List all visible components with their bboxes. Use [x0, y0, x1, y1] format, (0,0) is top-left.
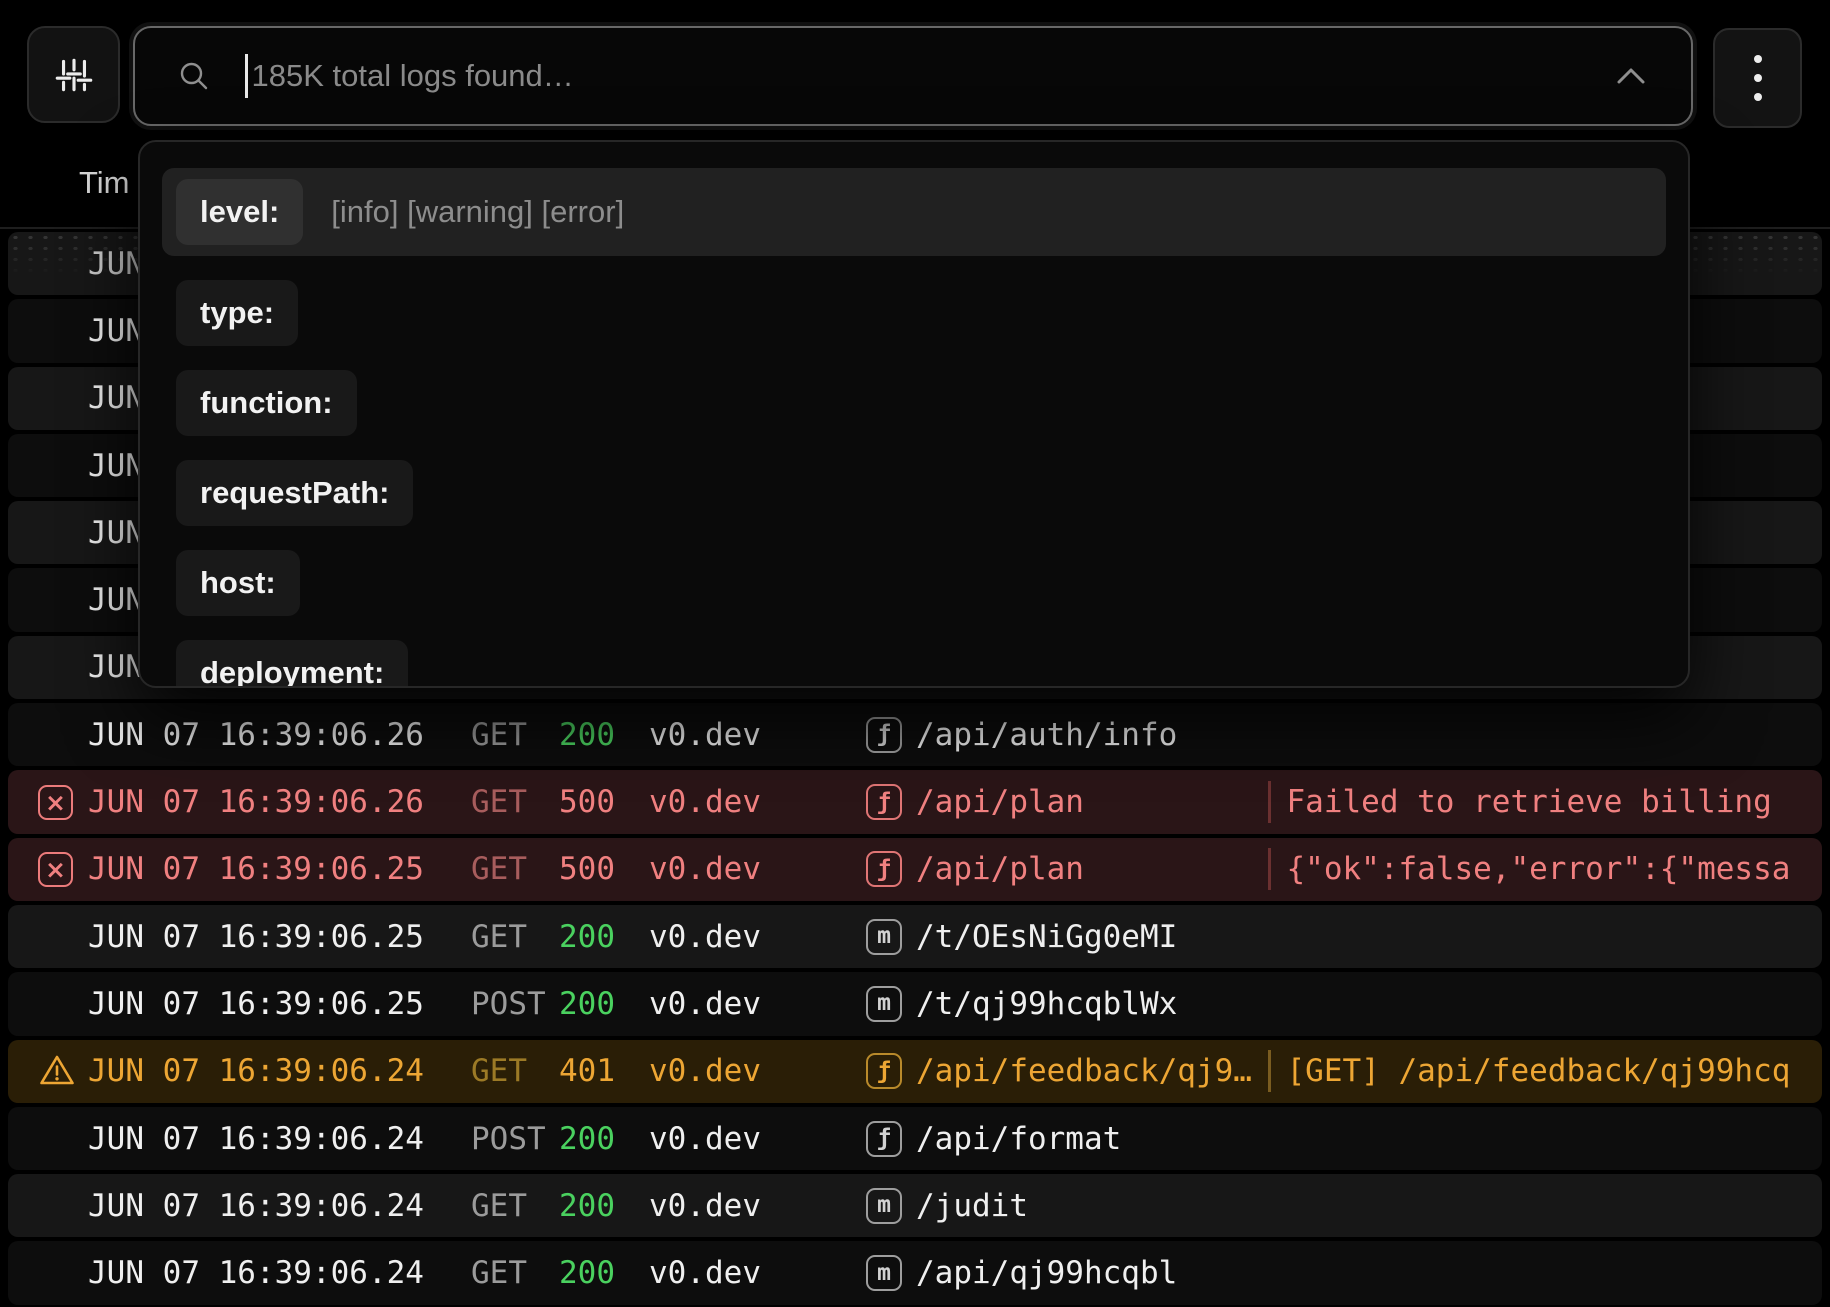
log-host: v0.dev	[649, 986, 866, 1022]
message-divider	[1268, 781, 1271, 823]
search-icon	[177, 59, 211, 93]
log-path: /api/qj99hcqbl	[916, 1255, 1177, 1291]
log-message: [GET] /api/feedback/qj99hcq	[1287, 1053, 1830, 1089]
log-path: /api/auth/info	[916, 717, 1177, 753]
filter-button[interactable]	[27, 26, 120, 123]
log-method: GET	[471, 717, 559, 753]
log-host: v0.dev	[649, 1121, 866, 1157]
function-icon: ƒ	[866, 717, 916, 753]
chevron-up-icon[interactable]	[1611, 63, 1651, 89]
log-timestamp: JUN 07 16:39:06.24	[88, 1053, 471, 1089]
log-status: 200	[559, 717, 649, 753]
log-timestamp: JUN 07 16:39:06.26	[88, 717, 471, 753]
level-icon-slot: ×	[0, 852, 88, 887]
log-row[interactable]: JUN 07 16:39:06.25 GET 200 v0.dev m /t/O…	[0, 903, 1830, 970]
log-status: 200	[559, 1188, 649, 1224]
log-status: 200	[559, 986, 649, 1022]
log-status: 200	[559, 1255, 649, 1291]
log-path: /api/format	[916, 1121, 1121, 1157]
log-row-warning[interactable]: JUN 07 16:39:06.24 GET 401 v0.dev ƒ /api…	[0, 1038, 1830, 1105]
suggestion-type[interactable]: type:	[176, 280, 298, 346]
level-icon-slot: ×	[0, 785, 88, 820]
log-method: GET	[471, 784, 559, 820]
middleware-icon: m	[866, 986, 916, 1022]
log-row[interactable]: JUN 07 16:39:06.24 GET 200 v0.dev m /jud…	[0, 1172, 1830, 1239]
middleware-icon: m	[866, 919, 916, 955]
log-timestamp: JUN 07 16:39:06.25	[88, 919, 471, 955]
search-bar[interactable]	[133, 26, 1693, 126]
suggestion-level-pill[interactable]: level:	[176, 179, 303, 245]
function-icon: ƒ	[866, 1121, 916, 1157]
log-path: /t/qj99hcqblWx	[916, 986, 1177, 1022]
log-host: v0.dev	[649, 717, 866, 753]
log-path: /judit	[916, 1188, 1028, 1224]
log-status: 500	[559, 784, 649, 820]
level-icon-slot	[0, 1052, 88, 1090]
suggestion-level[interactable]: level: [info] [warning] [error]	[162, 168, 1666, 256]
log-status: 500	[559, 851, 649, 887]
filter-suggestions-dropdown: level: [info] [warning] [error] type: fu…	[138, 140, 1690, 688]
log-method: GET	[471, 1053, 559, 1089]
log-row[interactable]: JUN 07 16:39:06.26 GET 200 v0.dev ƒ /api…	[0, 701, 1830, 768]
log-row[interactable]: JUN 07 16:39:06.24 POST 200 v0.dev ƒ /ap…	[0, 1105, 1830, 1172]
middleware-icon: m	[866, 1255, 916, 1291]
log-method: GET	[471, 1255, 559, 1291]
log-timestamp: JUN 07 16:39:06.24	[88, 1121, 471, 1157]
log-method: POST	[471, 1121, 559, 1157]
message-divider	[1268, 848, 1271, 890]
suggestion-host[interactable]: host:	[176, 550, 300, 616]
log-method: GET	[471, 919, 559, 955]
log-message: {"ok":false,"error":{"messa	[1287, 851, 1830, 887]
log-method: POST	[471, 986, 559, 1022]
log-row-error[interactable]: × JUN 07 16:39:06.26 GET 500 v0.dev ƒ /a…	[0, 768, 1830, 835]
time-column-header: Tim	[79, 165, 130, 201]
log-timestamp: JUN 07 16:39:06.25	[88, 851, 471, 887]
log-message: Failed to retrieve billing	[1287, 784, 1830, 820]
function-icon: ƒ	[866, 851, 916, 887]
suggestion-function[interactable]: function:	[176, 370, 357, 436]
text-caret	[245, 54, 248, 98]
log-path: /api/plan	[916, 851, 1268, 887]
log-row-error[interactable]: × JUN 07 16:39:06.25 GET 500 v0.dev ƒ /a…	[0, 836, 1830, 903]
log-search-input[interactable]	[252, 58, 1592, 94]
error-icon: ×	[38, 852, 73, 887]
suggestion-level-hint: [info] [warning] [error]	[331, 194, 624, 230]
middleware-icon: m	[866, 1188, 916, 1224]
function-icon: ƒ	[866, 1053, 916, 1089]
suggestion-deployment[interactable]: deployment:	[176, 640, 408, 688]
message-divider	[1268, 1050, 1271, 1092]
logs-viewer: Tim JUN JUN JUN JUN JUN JUN JUN JUN 07 1…	[0, 0, 1830, 1306]
kebab-icon	[1754, 55, 1762, 63]
log-status: 200	[559, 919, 649, 955]
log-status: 401	[559, 1053, 649, 1089]
sliders-icon	[51, 52, 97, 98]
log-row[interactable]: JUN 07 16:39:06.24 GET 200 v0.dev m /api…	[0, 1239, 1830, 1306]
error-icon: ×	[38, 785, 73, 820]
log-host: v0.dev	[649, 1255, 866, 1291]
function-icon: ƒ	[866, 784, 916, 820]
log-host: v0.dev	[649, 1188, 866, 1224]
log-host: v0.dev	[649, 919, 866, 955]
suggestion-request-path[interactable]: requestPath:	[176, 460, 413, 526]
log-row[interactable]: JUN 07 16:39:06.25 POST 200 v0.dev m /t/…	[0, 970, 1830, 1037]
log-timestamp: JUN 07 16:39:06.25	[88, 986, 471, 1022]
log-timestamp: JUN 07 16:39:06.24	[88, 1255, 471, 1291]
log-path: /t/OEsNiGg0eMI	[916, 919, 1177, 955]
log-host: v0.dev	[649, 784, 866, 820]
log-host: v0.dev	[649, 1053, 866, 1089]
log-method: GET	[471, 1188, 559, 1224]
log-method: GET	[471, 851, 559, 887]
log-status: 200	[559, 1121, 649, 1157]
log-timestamp: JUN 07 16:39:06.26	[88, 784, 471, 820]
log-host: v0.dev	[649, 851, 866, 887]
warning-icon	[38, 1052, 76, 1090]
more-options-button[interactable]	[1713, 28, 1802, 128]
log-path: /api/feedback/qj9…	[916, 1053, 1268, 1089]
log-timestamp: JUN 07 16:39:06.24	[88, 1188, 471, 1224]
log-path: /api/plan	[916, 784, 1268, 820]
